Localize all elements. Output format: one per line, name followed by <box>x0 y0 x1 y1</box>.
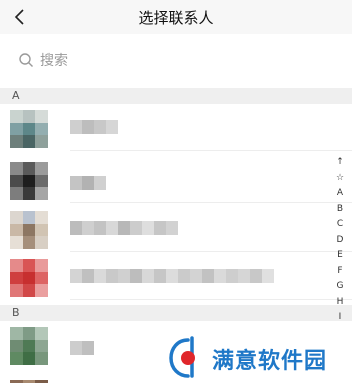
search-area: 搜索 <box>0 34 352 88</box>
avatar <box>10 162 48 200</box>
contact-name-blurred <box>70 221 178 235</box>
contact-name-blurred <box>70 120 118 134</box>
index-item[interactable]: B <box>334 202 346 218</box>
section-letter: A <box>12 89 20 102</box>
contact-row[interactable] <box>0 106 352 151</box>
row-divider <box>70 299 352 300</box>
row-divider <box>70 251 352 252</box>
contact-row[interactable] <box>0 255 352 300</box>
avatar <box>10 259 48 297</box>
watermark-text: 满意软件园 <box>212 349 328 374</box>
avatar <box>10 327 48 365</box>
row-divider <box>70 202 352 203</box>
section-letter: B <box>12 306 20 319</box>
watermark: 满意软件园 <box>168 336 352 384</box>
index-item[interactable]: ↑ <box>334 155 346 171</box>
index-item[interactable]: F <box>334 264 346 280</box>
contact-name-blurred <box>70 341 94 355</box>
contact-row[interactable] <box>0 158 352 203</box>
index-item[interactable]: A <box>334 186 346 202</box>
search-icon <box>19 53 33 67</box>
contact-name-blurred <box>70 269 274 283</box>
alphabet-index-bar[interactable]: ↑ ☆ A B C D E F G H I <box>334 155 346 326</box>
avatar <box>10 110 48 148</box>
page-title: 选择联系人 <box>138 9 214 27</box>
watermark-logo-icon <box>169 336 195 378</box>
avatar <box>10 380 48 384</box>
index-item[interactable]: D <box>334 233 346 249</box>
avatar <box>10 211 48 249</box>
index-item[interactable]: E <box>334 248 346 264</box>
section-header-b: B <box>0 305 352 321</box>
search-input[interactable]: 搜索 <box>10 42 342 78</box>
index-item[interactable]: ☆ <box>334 171 346 187</box>
index-item[interactable]: H <box>334 295 346 311</box>
navigation-bar: 选择联系人 <box>0 0 352 34</box>
index-item[interactable]: I <box>334 310 346 326</box>
search-placeholder: 搜索 <box>40 53 68 69</box>
contact-row[interactable] <box>0 207 352 252</box>
section-header-a: A <box>0 88 352 104</box>
row-divider <box>70 150 352 151</box>
contact-name-blurred <box>70 176 106 190</box>
index-item[interactable]: G <box>334 279 346 295</box>
index-item[interactable]: C <box>334 217 346 233</box>
